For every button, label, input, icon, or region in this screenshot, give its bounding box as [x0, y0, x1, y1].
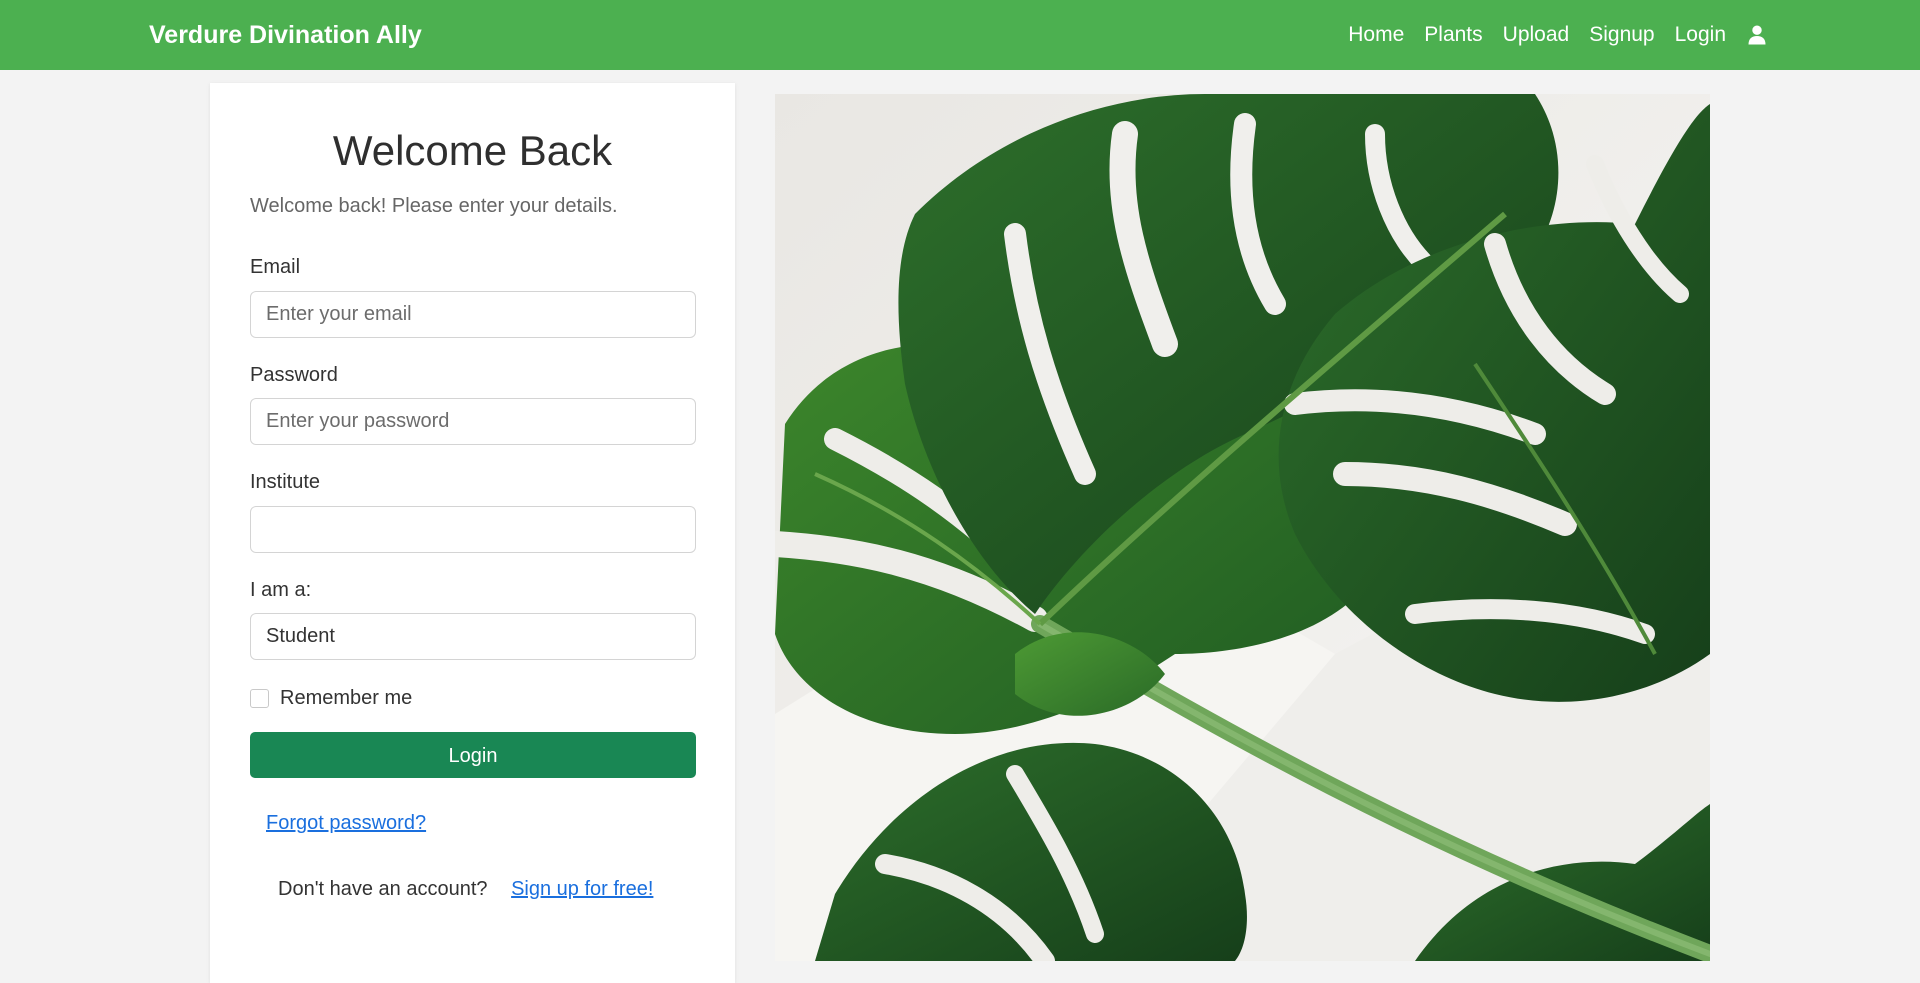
institute-label: Institute	[250, 471, 321, 493]
login-button[interactable]: Login	[250, 732, 696, 778]
top-navbar: Verdure Divination Ally Home Plants Uplo…	[0, 0, 1920, 70]
forgot-password-link[interactable]: Forgot password?	[266, 812, 426, 834]
remember-label: Remember me	[280, 686, 413, 709]
login-subtitle: Welcome back! Please enter your details.	[250, 195, 618, 217]
remember-checkbox[interactable]	[250, 688, 269, 708]
no-account-text: Don't have an account?	[278, 878, 488, 900]
nav-link-upload[interactable]: Upload	[1503, 20, 1570, 50]
monstera-leaves-image	[775, 94, 1710, 961]
email-field[interactable]	[250, 291, 696, 338]
institute-field[interactable]	[250, 506, 696, 553]
role-label: I am a:	[250, 579, 312, 601]
email-label: Email	[250, 256, 301, 278]
signup-row: Don't have an account? Sign up for free!	[278, 876, 653, 902]
remember-me: Remember me	[250, 685, 412, 711]
forgot-password-row: Forgot password?	[266, 810, 426, 838]
user-icon[interactable]	[1746, 23, 1768, 47]
nav-link-home[interactable]: Home	[1348, 20, 1404, 50]
login-card: Welcome Back Welcome back! Please enter …	[210, 83, 735, 983]
role-select[interactable]: Student	[250, 613, 696, 660]
signup-link[interactable]: Sign up for free!	[511, 878, 653, 900]
nav-link-signup[interactable]: Signup	[1589, 20, 1654, 50]
password-label: Password	[250, 364, 338, 386]
nav-links: Home Plants Upload Signup Login	[1328, 20, 1768, 50]
nav-link-login[interactable]: Login	[1675, 20, 1726, 50]
password-field[interactable]	[250, 398, 696, 445]
brand-logo-text[interactable]: Verdure Divination Ally	[149, 20, 422, 50]
page-title: Welcome Back	[332, 127, 613, 174]
nav-link-plants[interactable]: Plants	[1424, 20, 1482, 50]
